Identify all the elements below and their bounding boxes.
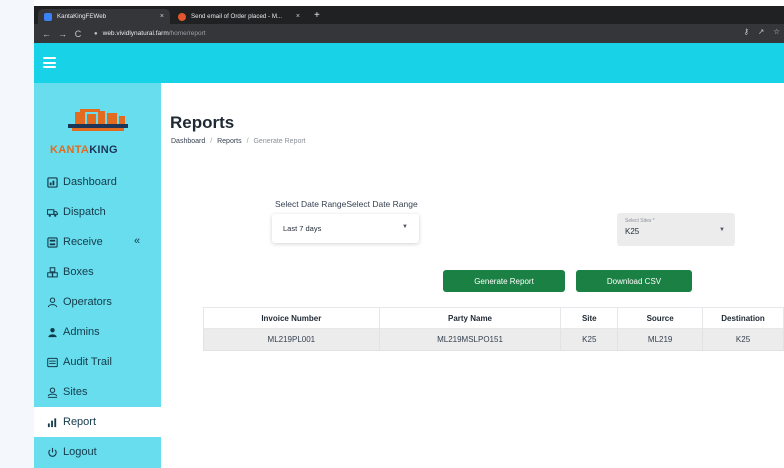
sites-select-label: Select Sites * [625,218,655,224]
cell-party-name: ML219MSLPO151 [378,328,562,351]
cell-destination: K25 [702,328,784,351]
breadcrumb-dashboard[interactable]: Dashboard [171,138,205,145]
sidebar-item-label: Logout [63,446,97,458]
sidebar-item-label: Dispatch [63,206,106,218]
generate-report-button[interactable]: Generate Report [443,270,565,292]
forward-icon[interactable]: → [58,29,67,39]
sidebar-item-admins[interactable]: Admins [34,317,161,347]
dashboard-icon [47,176,58,188]
breadcrumb-reports[interactable]: Reports [217,138,242,145]
sidebar-item-logout[interactable]: Logout [34,437,161,467]
sidebar-item-operators[interactable]: Operators [34,287,161,317]
browser-addressbar: ← → C ● web.vividlynatural.farm /home/re… [34,24,784,43]
sites-icon [47,387,58,398]
lock-icon: ● [94,30,98,37]
close-tab-icon[interactable]: × [296,13,300,20]
chart-icon [47,417,58,428]
date-range-label: Select Date RangeSelect Date Range [275,199,418,209]
table-header-row: Invoice Number Party Name Site Source De… [203,307,784,329]
table-row[interactable]: ML219PL001 ML219MSLPO151 K25 ML219 K25 [203,328,784,351]
sidebar-item-dispatch[interactable]: Dispatch [34,197,161,227]
sidebar-item-label: Audit Trail [63,356,112,368]
sidebar-item-label: Boxes [63,266,94,278]
sidebar-item-label: Sites [63,386,88,398]
power-icon [47,447,58,458]
tab-label: KantaKingFEWeb [57,13,107,20]
person-icon [47,297,58,308]
date-range-select[interactable]: Last 7 days ▼ [272,214,419,243]
browser-tab-email[interactable]: Send email of Order placed - M... × [172,9,306,24]
collapse-chevron-icon[interactable]: « [134,235,140,247]
sidebar-nav: Dashboard Dispatch Receive « Boxes Opera… [34,167,161,467]
sidebar-item-label: Report [63,416,97,428]
sidebar-item-label: Dashboard [63,176,117,188]
page-title: Reports [170,113,235,132]
new-tab-button[interactable]: + [314,9,320,22]
sidebar-item-audit-trail[interactable]: Audit Trail [34,347,161,377]
chevron-down-icon: ▼ [402,224,408,230]
reload-icon[interactable]: C [74,29,82,39]
sidebar: KANTAKING Dashboard Dispatch Receive « B… [34,83,161,468]
sidebar-item-label: Receive [63,236,103,248]
breadcrumb: Dashboard / Reports / Generate Report [171,138,306,145]
browser-actions: ⚷ ↗ ☆ [743,27,780,36]
sidebar-item-boxes[interactable]: Boxes [34,257,161,287]
sites-select[interactable]: Select Sites * K25 ▼ [617,213,735,246]
close-tab-icon[interactable]: × [160,13,164,20]
admin-icon [47,327,58,338]
app-header [34,43,784,83]
url-path: /home/report [168,30,206,37]
date-range-value: Last 7 days [283,224,322,233]
share-icon[interactable]: ↗ [758,27,764,36]
browser-tabbar: KantaKingFEWeb × Send email of Order pla… [34,6,784,24]
sidebar-item-report[interactable]: Report [34,407,161,437]
key-icon[interactable]: ⚷ [743,27,749,36]
cell-site: K25 [560,328,619,351]
download-csv-button[interactable]: Download CSV [576,270,692,292]
left-gutter [0,0,34,468]
breadcrumb-separator: / [246,138,249,145]
report-table: Invoice Number Party Name Site Source De… [203,307,784,351]
column-header-site[interactable]: Site [560,307,619,329]
sidebar-item-sites[interactable]: Sites [34,377,161,407]
sidebar-item-label: Admins [63,326,100,338]
browser-window: KantaKingFEWeb × Send email of Order pla… [34,6,784,468]
boxes-icon [47,266,58,278]
breadcrumb-separator: / [210,138,213,145]
breadcrumb-current: Generate Report [253,138,306,145]
tab-label: Send email of Order placed - M... [191,13,283,20]
column-header-source[interactable]: Source [617,307,704,329]
logo-text: KANTAKING [50,144,118,156]
kantaking-favicon-icon [44,12,52,21]
sidebar-item-dashboard[interactable]: Dashboard [34,167,161,197]
browser-tab-kantaking[interactable]: KantaKingFEWeb × [38,9,170,24]
column-header-destination[interactable]: Destination [702,307,784,329]
back-icon[interactable]: ← [42,29,51,39]
cell-invoice-number: ML219PL001 [203,328,380,351]
column-header-invoice-number[interactable]: Invoice Number [203,307,380,329]
chevron-down-icon: ▼ [719,227,725,233]
sidebar-item-label: Operators [63,296,112,308]
star-icon[interactable]: ☆ [773,27,780,36]
receive-icon [47,236,58,248]
url-host: web.vividlynatural.farm [102,30,169,37]
truck-icon [47,207,58,218]
audit-icon [47,357,58,368]
url-field[interactable]: ● web.vividlynatural.farm /home/report [94,27,206,40]
menu-icon[interactable] [43,57,56,68]
column-header-party-name[interactable]: Party Name [378,307,562,329]
main-content: Reports Dashboard / Reports / Generate R… [161,83,784,468]
cell-source: ML219 [617,328,704,351]
email-favicon-icon [178,12,186,21]
sidebar-item-receive[interactable]: Receive « [34,227,161,257]
